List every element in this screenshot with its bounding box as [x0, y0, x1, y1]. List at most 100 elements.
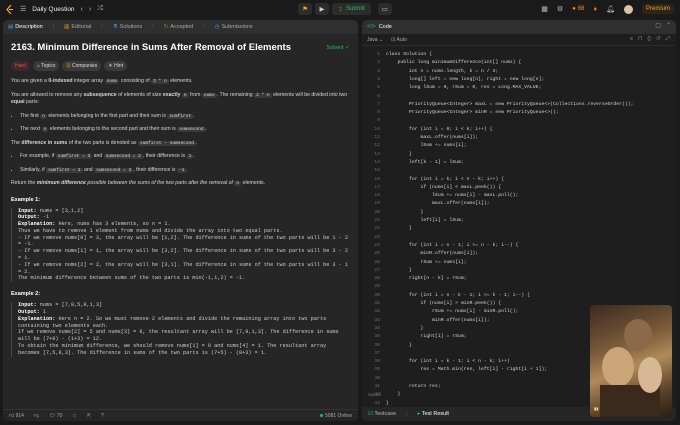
line-number: 34	[374, 325, 380, 331]
line-number: 1	[377, 52, 380, 57]
text: For example, if	[20, 153, 55, 159]
solved-badge: Solved ✓	[327, 42, 350, 53]
tab-solutions[interactable]: ⚗ Solutions	[113, 24, 143, 30]
comment-count: 70	[56, 412, 63, 419]
hint-tag[interactable]: ☀ Hint	[104, 61, 128, 71]
problem-title[interactable]: 2163. Minimum Difference in Sums After R…	[11, 42, 291, 53]
tab-code[interactable]: Code	[379, 24, 392, 30]
logo-icon[interactable]	[6, 4, 14, 14]
code-line: return res;	[386, 384, 441, 389]
online-dot-icon	[320, 414, 324, 417]
favorite-button[interactable]: ☆	[72, 413, 76, 419]
collapse-icon[interactable]: ⌃	[666, 22, 671, 29]
line-number: 24	[374, 242, 380, 248]
editor-tools: ≡ ⊓ {} ↺ ⤢	[630, 36, 670, 43]
inline-code: sumfirst = 3	[55, 154, 93, 159]
doc-icon: ▤	[8, 24, 14, 30]
description-tabs: ▤ Description | ▥ Editorial | ⚗ Solutions |…	[3, 20, 358, 34]
tab-accepted[interactable]: ↻ Accepted	[164, 24, 194, 30]
line-number: 41	[374, 384, 380, 389]
prev-problem-icon[interactable]: ‹	[81, 6, 83, 13]
next-problem-icon[interactable]: ›	[89, 6, 91, 13]
history-icon: ↻	[163, 24, 169, 30]
inline-code: sumfirst = 2	[46, 167, 83, 173]
text: , their difference is	[133, 166, 176, 173]
tab-editorial[interactable]: ▥ Editorial	[64, 24, 91, 30]
code-line: right[n - k] = rSum;	[386, 276, 467, 282]
text: parts:	[26, 99, 39, 105]
comments-button[interactable]: 💬︎ 70	[49, 413, 62, 419]
online-count: 5081 Online	[320, 413, 352, 419]
debug-button[interactable]: ⚑	[298, 3, 312, 15]
code-line: PriorityQueue<Integer> maxL = new Priori…	[386, 101, 634, 107]
line-number: 28	[374, 276, 380, 282]
top-bar: ☰ Daily Question ‹ › ⤮ ⚑ ▶ ⇪ Submit ▭ ▦ ⚙…	[0, 0, 680, 18]
tab-submissions[interactable]: ◷ Submissions	[215, 24, 253, 30]
code-line: }	[386, 267, 412, 273]
code-line: minR.offer(nums[i]);	[386, 317, 490, 323]
dislike-button[interactable]: 👎︎	[34, 413, 39, 419]
tab-test-result[interactable]: ▸ Test Result	[418, 411, 449, 417]
fullscreen-icon[interactable]: ⤢	[666, 36, 670, 43]
braces-icon[interactable]: {}	[647, 36, 651, 43]
tab-testcase[interactable]: ☑ Testcase	[368, 411, 396, 417]
notes-button[interactable]: ▭	[377, 3, 392, 15]
code-line: for (int i = k; i < n - k; i++) {	[386, 176, 505, 182]
tab-divider: |	[52, 24, 55, 30]
like-button[interactable]: 👍︎ 914	[9, 413, 24, 419]
bookmark-icon[interactable]: ⊓	[638, 36, 642, 43]
text: .	[193, 153, 195, 159]
code-line: left[k - 1] = lSum;	[386, 159, 464, 165]
upload-icon: ⇪	[338, 6, 344, 13]
code-line: long[] left = new long[n], right = new l…	[386, 76, 545, 82]
code-line: maxL.offer(nums[i]);	[386, 135, 479, 140]
avatar[interactable]	[623, 4, 633, 14]
page-title: 2163. Minimum Difference in Sums After R…	[11, 42, 350, 53]
line-number: 22	[374, 226, 380, 232]
help-button[interactable]: ?	[101, 413, 104, 419]
auto-toggle[interactable]: ⊡ Auto	[391, 37, 407, 43]
value: -1	[39, 214, 50, 221]
code-line: lSum += nums[i];	[386, 143, 467, 149]
layout-icon[interactable]: ▦	[541, 5, 548, 13]
tab-divider: |	[203, 24, 205, 30]
hint-label: Hint	[114, 63, 124, 69]
topics-tag[interactable]: ⌂ Topics	[32, 61, 60, 71]
reset-icon[interactable]: ↺	[656, 36, 661, 43]
check-circle-icon: ✓	[345, 44, 350, 51]
label: Input:	[18, 302, 37, 309]
label: Explanation:	[18, 315, 56, 322]
code-line: for (int i = n - 1; i >= n - k; i--) {	[386, 242, 519, 248]
video-thumbnail[interactable]: ▮▮	[590, 305, 672, 417]
testcase-label: Testcase	[374, 411, 397, 417]
desc-paragraph: You are allowed to remove any subsequenc…	[11, 92, 350, 107]
line-number: 9	[377, 118, 380, 124]
streak-counter[interactable]: ● 68	[572, 6, 584, 12]
line-number: 29	[374, 284, 380, 290]
run-button[interactable]: ▶	[315, 3, 329, 15]
share-button[interactable]: ⇱	[87, 413, 91, 419]
text: You are allowed to remove any	[11, 91, 83, 98]
code-line: if (nums[i] > minR.peek()) {	[386, 301, 502, 306]
inline-code: n	[40, 113, 47, 119]
fire-badge-icon[interactable]: ♦	[594, 6, 598, 13]
settings-icon[interactable]: ⚙	[557, 5, 563, 13]
tab-description[interactable]: ▤ Description	[8, 24, 43, 30]
submit-label: Submit	[346, 6, 365, 12]
online-label: 5081 Online	[325, 412, 352, 419]
maximize-icon[interactable]: ▢	[655, 22, 661, 29]
submit-button[interactable]: ⇪ Submit	[332, 3, 371, 15]
format-icon[interactable]: ≡	[630, 36, 633, 43]
language-select[interactable]: Java ⌄	[367, 37, 383, 43]
companies-tag[interactable]: ⊡ Companies	[62, 61, 102, 71]
daily-question-title[interactable]: Daily Question	[32, 6, 74, 13]
line-number: 35	[374, 334, 380, 340]
notification-bell-icon[interactable]: 🔔︎	[606, 5, 615, 13]
line-number: 31	[374, 301, 380, 306]
problem-list-icon[interactable]: ☰	[20, 5, 26, 13]
auto-label: Auto	[396, 36, 407, 43]
topics-label: Topics	[41, 63, 56, 69]
shuffle-icon[interactable]: ⤮	[97, 5, 103, 13]
premium-button[interactable]: Premium	[641, 4, 674, 14]
text-bold: 0-indexed	[48, 78, 73, 84]
